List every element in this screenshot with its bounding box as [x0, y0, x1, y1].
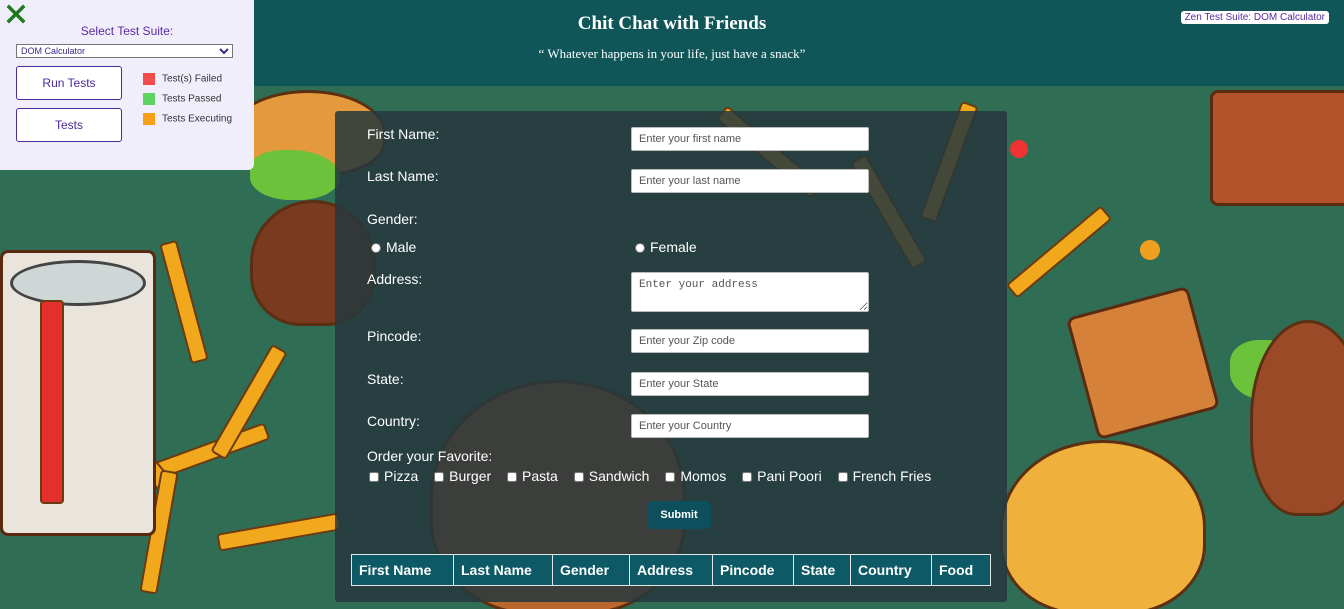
col-address: Address — [629, 554, 713, 586]
col-gender: Gender — [552, 554, 630, 586]
legend-executing-label: Tests Executing — [162, 113, 233, 125]
food-sandwich-checkbox[interactable] — [573, 472, 584, 483]
food-french-fries[interactable]: French Fries — [837, 468, 932, 484]
pincode-input[interactable] — [631, 329, 869, 353]
food-pizza[interactable]: Pizza — [369, 468, 418, 484]
food-pasta[interactable]: Pasta — [507, 468, 558, 484]
state-label: State: — [367, 371, 404, 387]
gender-male[interactable]: Male — [371, 239, 416, 255]
food-pani-poori-checkbox[interactable] — [742, 472, 753, 483]
col-country: Country — [850, 554, 932, 586]
food-burger-label: Burger — [449, 468, 492, 484]
food-momos[interactable]: Momos — [665, 468, 726, 484]
legend-failed: Test(s) Failed — [143, 73, 222, 85]
registration-form: First Name: Last Name: Gender: Male Fema… — [335, 111, 1007, 602]
food-pasta-label: Pasta — [522, 468, 558, 484]
food-sandwich[interactable]: Sandwich — [573, 468, 650, 484]
legend-passed: Tests Passed — [143, 93, 221, 105]
food-checkbox-group: Pizza Burger Pasta Sandwich Momos Pani P… — [369, 468, 943, 484]
table-header-row: First Name Last Name Gender Address Pinc… — [351, 554, 991, 586]
food-pasta-checkbox[interactable] — [507, 472, 518, 483]
food-burger[interactable]: Burger — [434, 468, 491, 484]
col-food: Food — [931, 554, 991, 586]
food-french-fries-checkbox[interactable] — [837, 472, 848, 483]
food-pani-poori-label: Pani Poori — [757, 468, 822, 484]
state-input[interactable] — [631, 372, 869, 396]
test-panel: Select Test Suite: DOM Calculator Run Te… — [0, 0, 254, 170]
gender-label: Gender: — [367, 211, 418, 227]
select-suite-label: Select Test Suite: — [80, 24, 174, 38]
failed-swatch — [143, 73, 155, 85]
submissions-table: First Name Last Name Gender Address Pinc… — [351, 554, 991, 586]
first-name-input[interactable] — [631, 127, 869, 151]
gender-male-radio[interactable] — [371, 243, 381, 254]
food-pani-poori[interactable]: Pani Poori — [742, 468, 822, 484]
executing-swatch — [143, 113, 155, 125]
legend-executing: Tests Executing — [143, 113, 232, 125]
submit-button[interactable]: Submit — [647, 501, 711, 529]
gender-female-label: Female — [650, 239, 697, 255]
address-label: Address: — [367, 271, 423, 287]
food-momos-checkbox[interactable] — [665, 472, 676, 483]
run-tests-button[interactable]: Run Tests — [16, 66, 122, 100]
first-name-label: First Name: — [367, 126, 440, 142]
food-pizza-label: Pizza — [384, 468, 419, 484]
gender-female-radio[interactable] — [635, 243, 645, 254]
test-suite-badge: Zen Test Suite: DOM Calculator — [1180, 11, 1329, 24]
food-burger-checkbox[interactable] — [434, 472, 445, 483]
address-textarea[interactable] — [631, 272, 869, 312]
test-suite-select[interactable]: DOM Calculator — [16, 44, 233, 58]
country-input[interactable] — [631, 414, 869, 438]
last-name-input[interactable] — [631, 169, 869, 193]
legend-failed-label: Test(s) Failed — [162, 73, 223, 85]
col-first-name: First Name — [351, 554, 454, 586]
close-icon[interactable] — [6, 4, 26, 24]
gender-male-label: Male — [386, 239, 417, 255]
food-french-fries-label: French Fries — [852, 468, 932, 484]
col-state: State — [793, 554, 851, 586]
legend-passed-label: Tests Passed — [162, 93, 222, 105]
country-label: Country: — [367, 413, 420, 429]
food-pizza-checkbox[interactable] — [369, 472, 379, 483]
passed-swatch — [143, 93, 155, 105]
favorite-label: Order your Favorite: — [367, 448, 493, 464]
gender-female[interactable]: Female — [635, 239, 697, 255]
food-momos-label: Momos — [680, 468, 727, 484]
col-last-name: Last Name — [453, 554, 553, 586]
food-sandwich-label: Sandwich — [588, 468, 650, 484]
last-name-label: Last Name: — [367, 168, 439, 184]
tests-button[interactable]: Tests — [16, 108, 122, 142]
pincode-label: Pincode: — [367, 328, 422, 344]
col-pincode: Pincode — [712, 554, 794, 586]
